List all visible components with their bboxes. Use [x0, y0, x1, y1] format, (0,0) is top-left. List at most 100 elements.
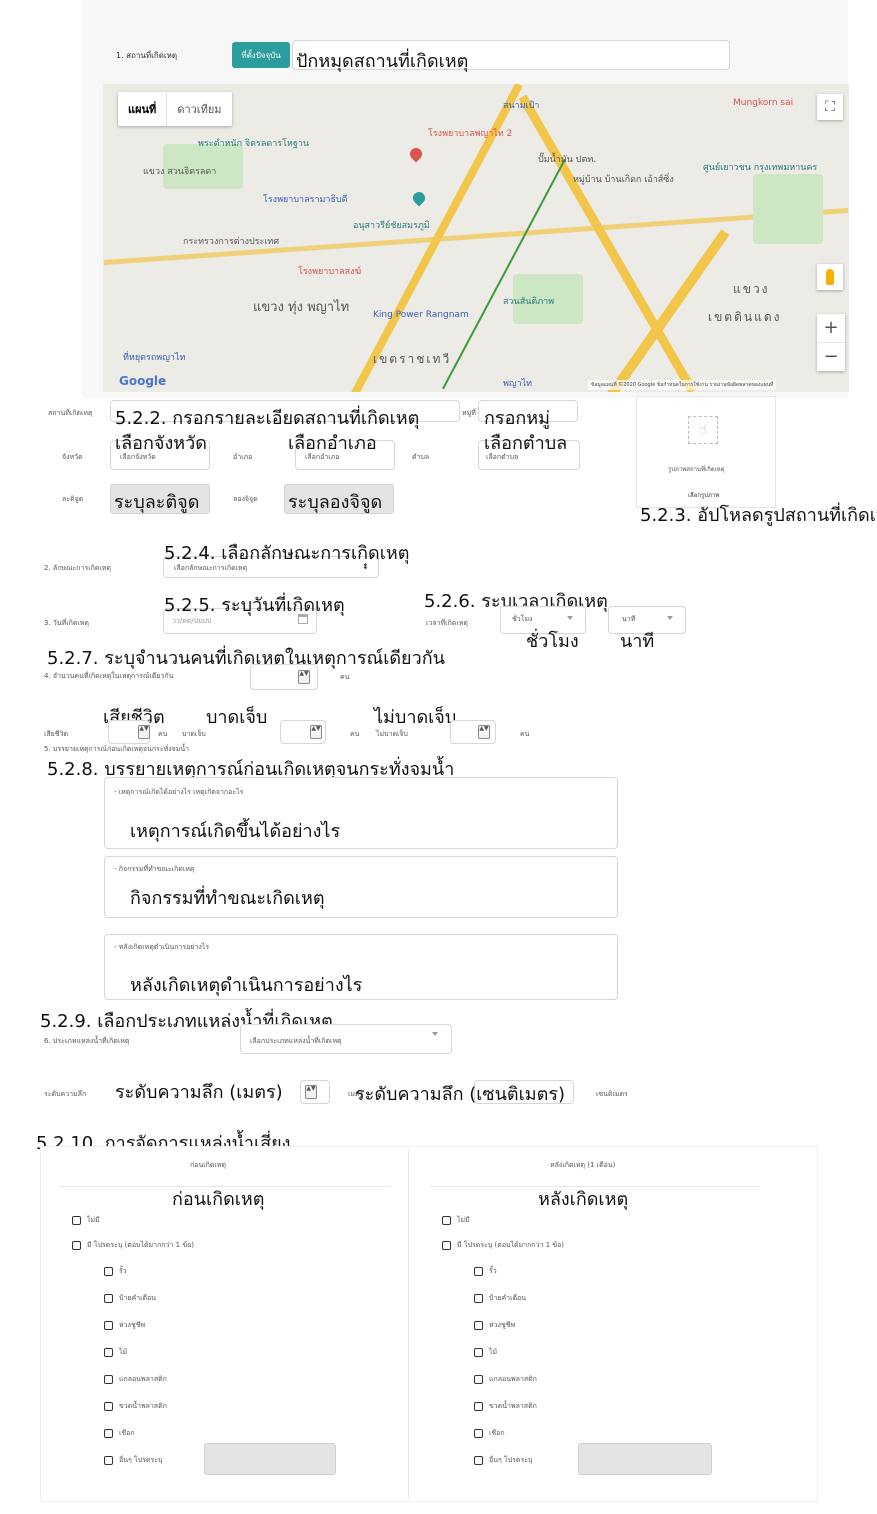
- checkbox[interactable]: [474, 1429, 483, 1438]
- zoom-in-button[interactable]: +: [817, 314, 845, 343]
- depth-m-stepper[interactable]: ▲▼: [305, 1085, 317, 1099]
- checkbox[interactable]: [104, 1402, 113, 1411]
- section1-label: 1. สถานที่เกิดเหตุ: [116, 51, 178, 60]
- fullscreen-button[interactable]: ⛶: [817, 94, 843, 120]
- map-label: โรงพยาบาลพญาไท 2: [428, 129, 513, 139]
- section2-label: 2. ลักษณะการเกิดเหตุ: [44, 564, 111, 572]
- checkbox[interactable]: [104, 1294, 113, 1303]
- after-option-none[interactable]: ไม่มี: [442, 1215, 470, 1226]
- uninjured-count-stepper[interactable]: ▲▼: [478, 725, 490, 739]
- checkbox[interactable]: [72, 1241, 81, 1250]
- latitude-label: ละติจูด: [62, 495, 84, 503]
- image-placeholder-icon: ☝: [688, 416, 718, 444]
- province-label: จังหวัด: [62, 453, 83, 461]
- after-option-bottle[interactable]: ขวดน้ำพลาสติก: [474, 1401, 537, 1412]
- injured-annotation: บาดเจ็บ: [206, 707, 268, 728]
- injured-count-stepper[interactable]: ▲▼: [310, 725, 322, 739]
- after-option-other[interactable]: อื่นๆ โปรดระบุ: [474, 1455, 532, 1466]
- checkbox[interactable]: [474, 1402, 483, 1411]
- section4-label: 4. จำนวนคนที่เกิดเหตุในเหตุการณ์เดียวกัน: [44, 672, 174, 680]
- checkbox[interactable]: [474, 1321, 483, 1330]
- before-option-has[interactable]: มี โปรดระบุ (ตอบได้มากกว่า 1 ข้อ): [72, 1240, 194, 1251]
- current-location-button[interactable]: ที่ตั้งปัจจุบัน: [232, 42, 290, 68]
- checkbox[interactable]: [104, 1429, 113, 1438]
- map-label: แขวง: [733, 282, 770, 296]
- before-option-gallon[interactable]: แกลอนพลาสติก: [104, 1374, 167, 1385]
- checkbox[interactable]: [442, 1241, 451, 1250]
- people-count-stepper[interactable]: ▲▼: [298, 670, 310, 684]
- checkbox[interactable]: [474, 1375, 483, 1384]
- map-park: [753, 174, 823, 244]
- checkbox[interactable]: [104, 1321, 113, 1330]
- checkbox[interactable]: [474, 1267, 483, 1276]
- checkbox[interactable]: [442, 1216, 451, 1225]
- dead-count-stepper[interactable]: ▲▼: [138, 725, 150, 739]
- before-option-rope[interactable]: เชือก: [104, 1428, 135, 1439]
- after-other-input[interactable]: [578, 1443, 712, 1475]
- before-option-other[interactable]: อื่นๆ โปรดระบุ: [104, 1455, 162, 1466]
- uninjured-unit: คน: [520, 730, 530, 738]
- map[interactable]: สนามเป้า โรงพยาบาลพญาไท 2 พระตำหนัก จิตร…: [103, 84, 849, 392]
- choose-photo-button[interactable]: เลือกรูปภาพ: [688, 490, 719, 500]
- place-label: สถานที่เกิดเหตุ: [48, 409, 93, 417]
- checkbox[interactable]: [72, 1216, 81, 1225]
- before-option-sign[interactable]: ป้ายคำเตือน: [104, 1293, 156, 1304]
- after-option-gallon[interactable]: แกลอนพลาสติก: [474, 1374, 537, 1385]
- how-it-happened-annotation: เหตุการณ์เกิดขึ้นได้อย่างไร: [130, 821, 341, 842]
- after-incident-annotation: หลังเกิดเหตุดำเนินการอย่างไร: [130, 975, 363, 996]
- hour-annotation: ชั่วโมง: [526, 631, 579, 652]
- district-annotation: เลือกอำเภอ: [288, 433, 377, 454]
- after-option-has[interactable]: มี โปรดระบุ (ตอบได้มากกว่า 1 ข้อ): [442, 1240, 564, 1251]
- time-label: เวลาที่เกิดเหตุ: [426, 619, 468, 627]
- before-header: ก่อนเกิดเหตุ: [190, 1161, 226, 1169]
- before-option-stick[interactable]: ไม้: [104, 1347, 127, 1358]
- checkbox[interactable]: [104, 1348, 113, 1357]
- latitude-annotation: ระบุละติจูด: [114, 492, 200, 513]
- before-other-input[interactable]: [204, 1443, 336, 1475]
- before-option-none[interactable]: ไม่มี: [72, 1215, 100, 1226]
- after-option-stick[interactable]: ไม้: [474, 1347, 497, 1358]
- injured-unit: คน: [350, 730, 360, 738]
- map-label: อนุสาวรีย์ชัยสมรภูมิ: [353, 221, 430, 231]
- checkbox[interactable]: [474, 1294, 483, 1303]
- checkbox[interactable]: [474, 1456, 483, 1465]
- checkbox[interactable]: [104, 1456, 113, 1465]
- checkbox[interactable]: [474, 1348, 483, 1357]
- map-type-map-button[interactable]: แผนที่: [118, 92, 166, 126]
- injured-label: บาดเจ็บ: [182, 730, 206, 738]
- map-label: สวนสันติภาพ: [503, 297, 555, 307]
- google-logo: Google: [119, 374, 167, 388]
- map-label: เขตดินแดง: [708, 310, 782, 324]
- subdistrict-label: ตำบล: [412, 453, 430, 461]
- checkbox[interactable]: [104, 1267, 113, 1276]
- section2-annotation: 5.2.4. เลือกลักษณะการเกิดเหตุ: [164, 543, 410, 564]
- after-incident-label: - หลังเกิดเหตุดำเนินการอย่างไร: [114, 943, 210, 951]
- after-option-sign[interactable]: ป้ายคำเตือน: [474, 1293, 526, 1304]
- dead-label: เสียชีวิต: [44, 730, 68, 738]
- zoom-out-button[interactable]: −: [817, 343, 845, 371]
- after-option-buoy[interactable]: ห่วงชูชีพ: [474, 1320, 515, 1331]
- map-pin-icon: [410, 189, 428, 207]
- after-option-rope[interactable]: เชือก: [474, 1428, 505, 1439]
- pegman-icon[interactable]: [817, 264, 843, 290]
- map-type-satellite-button[interactable]: ดาวเทียม: [166, 92, 231, 126]
- map-label: ปั๊มน้ำมัน ปตท.: [538, 155, 597, 165]
- uninjured-annotation: ไม่บาดเจ็บ: [374, 707, 457, 728]
- hour-placeholder: ชั่วโมง: [512, 615, 533, 623]
- map-label: แขวง สวนจิตรลดา: [143, 167, 217, 177]
- activity-label: - กิจกรรมที่ทำขณะเกิดเหตุ: [114, 865, 195, 873]
- uninjured-label: ไม่บาดเจ็บ: [376, 730, 408, 738]
- depth-cm-unit: เซนติเมตร: [596, 1090, 628, 1098]
- before-option-buoy[interactable]: ห่วงชูชีพ: [104, 1320, 145, 1331]
- checkbox[interactable]: [104, 1375, 113, 1384]
- section3-label: 3. วันที่เกิดเหตุ: [44, 619, 89, 627]
- dead-unit: คน: [158, 730, 168, 738]
- before-option-bottle[interactable]: ขวดน้ำพลาสติก: [104, 1401, 167, 1412]
- hour-caret-icon: [567, 616, 573, 620]
- map-label: โรงพยาบาลรามาธิบดี: [263, 195, 348, 205]
- water-source-caret-icon: [432, 1032, 438, 1036]
- before-option-fence[interactable]: รั้ว: [104, 1266, 127, 1277]
- map-label: พระตำหนัก จิตรลดารโหฐาน: [198, 139, 310, 149]
- after-option-fence[interactable]: รั้ว: [474, 1266, 497, 1277]
- map-label: กระทรวงการต่างประเทศ: [183, 237, 280, 247]
